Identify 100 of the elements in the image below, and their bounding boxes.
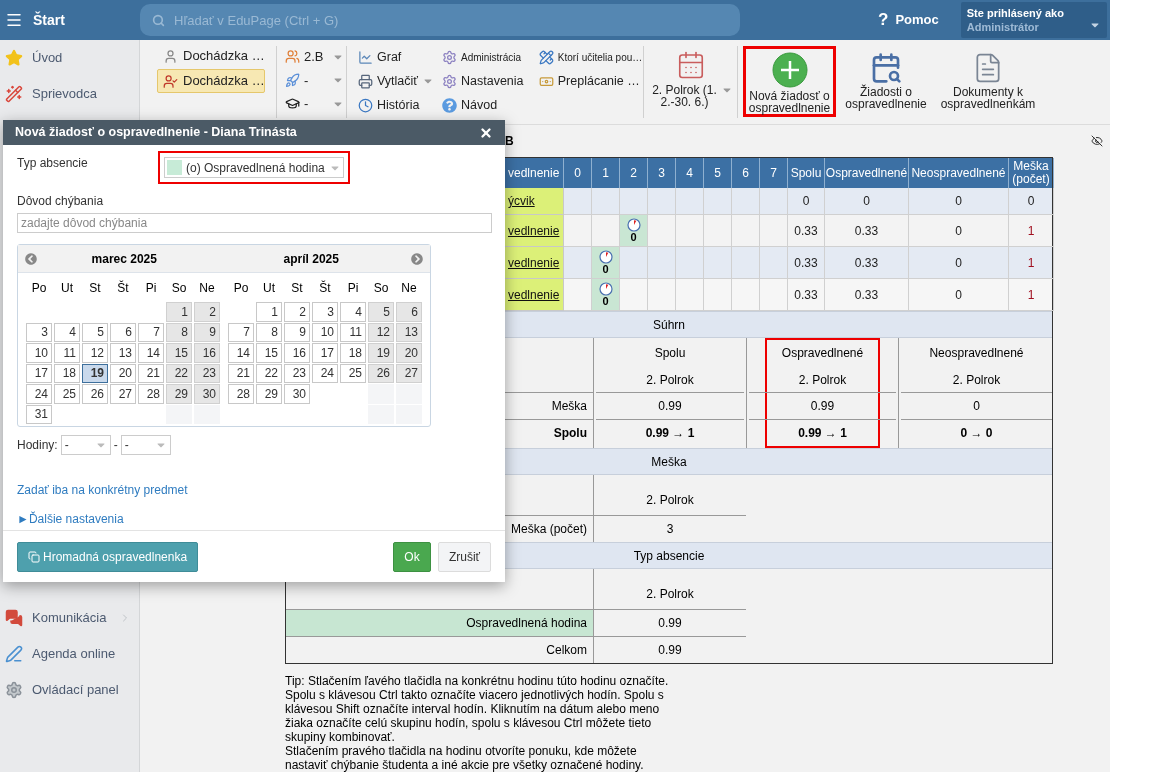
calendar-day[interactable]: 12	[368, 322, 394, 342]
calendar-day[interactable]: 11	[54, 343, 80, 363]
calendar-day[interactable]: 6	[396, 302, 422, 322]
calendar-day[interactable]: 23	[194, 363, 220, 383]
calendar-day[interactable]: 20	[110, 363, 136, 383]
view-button[interactable]: Dochádzka …	[157, 69, 265, 93]
calendar-day[interactable]: 10	[26, 343, 52, 363]
view-button[interactable]: Dochádzka …	[157, 44, 265, 68]
calendar-day[interactable]: 12	[82, 343, 108, 363]
calendar-day[interactable]: 5	[82, 322, 108, 342]
toolbar-button[interactable]: Vytlačiť	[358, 69, 435, 93]
big-toolbar-button[interactable]: Dokumenty k ospravedlnenkám	[936, 46, 1040, 117]
calendar-day[interactable]: 15	[256, 343, 282, 363]
menu-icon[interactable]	[5, 11, 23, 29]
calendar-day[interactable]: 9	[284, 322, 310, 342]
calendar-day[interactable]: 23	[284, 363, 310, 383]
calendar-day[interactable]: 1	[166, 302, 192, 322]
hour-select[interactable]: -	[120, 435, 171, 455]
calendar-day[interactable]: 20	[396, 343, 422, 363]
help-glyph[interactable]: ?	[878, 7, 889, 33]
link[interactable]: Zadať iba na konkrétny predmet	[17, 481, 188, 499]
student-link[interactable]: vedlnenie	[508, 221, 560, 240]
sidebar-item[interactable]: Ovládací panel	[0, 672, 139, 708]
calendar-day[interactable]: 18	[54, 363, 80, 383]
sidebar-item[interactable]: Sprievodca	[0, 76, 139, 112]
period-dropdown[interactable]: 2. Polrok (1. 2.-30. 6.)	[644, 40, 737, 124]
calendar-day[interactable]: 21	[228, 363, 254, 383]
sidebar-item[interactable]: Úvod	[0, 40, 139, 76]
calendar-day[interactable]: 28	[228, 384, 254, 404]
calendar-day[interactable]: 3	[312, 302, 338, 322]
calendar-day[interactable]: 16	[194, 343, 220, 363]
user-menu[interactable]: Ste prihlásený ako Administrátor	[960, 2, 1107, 38]
calendar-day[interactable]: 17	[312, 343, 338, 363]
sidebar-item[interactable]: Komunikácia	[0, 600, 139, 636]
calendar-day[interactable]: 22	[166, 363, 192, 383]
hour-cell[interactable]: 0	[620, 215, 648, 247]
hour-cell[interactable]: 0	[592, 247, 620, 279]
student-link[interactable]: vedlnenie	[508, 285, 560, 304]
calendar-day[interactable]: 2	[284, 302, 310, 322]
calendar-day[interactable]: 15	[166, 343, 192, 363]
calendar-day[interactable]: 10	[312, 322, 338, 342]
calendar-day[interactable]: 29	[256, 384, 282, 404]
calendar-day[interactable]: 14	[138, 343, 164, 363]
calendar-day[interactable]: 29	[166, 384, 192, 404]
calendar-day[interactable]: 21	[138, 363, 164, 383]
calendar-day[interactable]: 30	[284, 384, 310, 404]
link[interactable]: ►Ďalšie nastavenia	[17, 510, 124, 528]
calendar-day[interactable]: 13	[110, 343, 136, 363]
absence-type-select[interactable]: (o) Ospravedlnená hodina	[164, 157, 344, 178]
calendar-day[interactable]: 8	[256, 322, 282, 342]
calendar-day[interactable]: 18	[340, 343, 366, 363]
close-icon[interactable]	[479, 125, 493, 140]
reason-field[interactable]: zadajte dôvod chýbania	[17, 213, 492, 233]
calendar-day[interactable]: 26	[82, 384, 108, 404]
calendar-day[interactable]: 3	[26, 322, 52, 342]
calendar-day[interactable]: 25	[340, 363, 366, 383]
calendar-day[interactable]: 4	[340, 302, 366, 322]
student-link[interactable]: ýcvik	[508, 192, 535, 210]
cancel-button[interactable]: Zrušiť	[438, 541, 491, 572]
calendar-day[interactable]: 7	[228, 322, 254, 342]
previous-icon[interactable]	[25, 252, 37, 265]
help-link[interactable]: Pomoc	[895, 10, 939, 30]
calendar-day[interactable]: 1	[256, 302, 282, 322]
calendar-day[interactable]: 5	[368, 302, 394, 322]
toolbar-button[interactable]: Graf	[358, 45, 402, 69]
calendar-day[interactable]: 11	[340, 322, 366, 342]
calendar-day[interactable]: 6	[110, 322, 136, 342]
toolbar-button[interactable]: Preplácanie …	[538, 69, 640, 93]
calendar-day[interactable]: 16	[284, 343, 310, 363]
sidebar-item[interactable]: Agenda online	[0, 636, 139, 672]
toolbar-button[interactable]: História	[358, 93, 420, 117]
calendar-day[interactable]: 14	[228, 343, 254, 363]
calendar-day[interactable]: 4	[54, 322, 80, 342]
calendar-day[interactable]: 24	[26, 384, 52, 404]
filter-dropdown[interactable]: -	[285, 92, 346, 116]
calendar-day[interactable]: 2	[194, 302, 220, 322]
big-toolbar-button[interactable]: Žiadosti o ospravedlnenie	[842, 46, 930, 117]
toolbar-button[interactable]: Nastavenia	[442, 69, 524, 93]
calendar-day[interactable]: 28	[138, 384, 164, 404]
calendar-day[interactable]: 8	[166, 322, 192, 342]
next-icon[interactable]	[411, 252, 423, 265]
start-label[interactable]: Štart	[33, 9, 65, 31]
calendar-day[interactable]: 22	[256, 363, 282, 383]
calendar-day[interactable]: 19	[368, 343, 394, 363]
hour-select[interactable]: -	[60, 435, 111, 455]
hour-cell[interactable]: 0	[592, 279, 620, 311]
toolbar-button[interactable]: Ktorí učitelia pou…	[538, 45, 643, 69]
calendar-day[interactable]: 24	[312, 363, 338, 383]
calendar-day[interactable]: 7	[138, 322, 164, 342]
calendar-day[interactable]: 19	[82, 363, 108, 383]
eye-off-icon[interactable]	[1091, 135, 1103, 147]
calendar-day[interactable]: 25	[54, 384, 80, 404]
big-toolbar-button[interactable]: Nová žiadosť o ospravedlnenie	[743, 46, 836, 117]
search-field[interactable]: Hľadať v EduPage (Ctrl + G)	[140, 4, 740, 36]
calendar-day[interactable]: 17	[26, 363, 52, 383]
toolbar-button[interactable]: Návod	[442, 93, 498, 117]
calendar-day[interactable]: 30	[194, 384, 220, 404]
filter-dropdown[interactable]: 2.B	[285, 45, 346, 69]
student-link[interactable]: vedlnenie	[508, 253, 560, 272]
calendar-day[interactable]: 31	[26, 404, 52, 424]
